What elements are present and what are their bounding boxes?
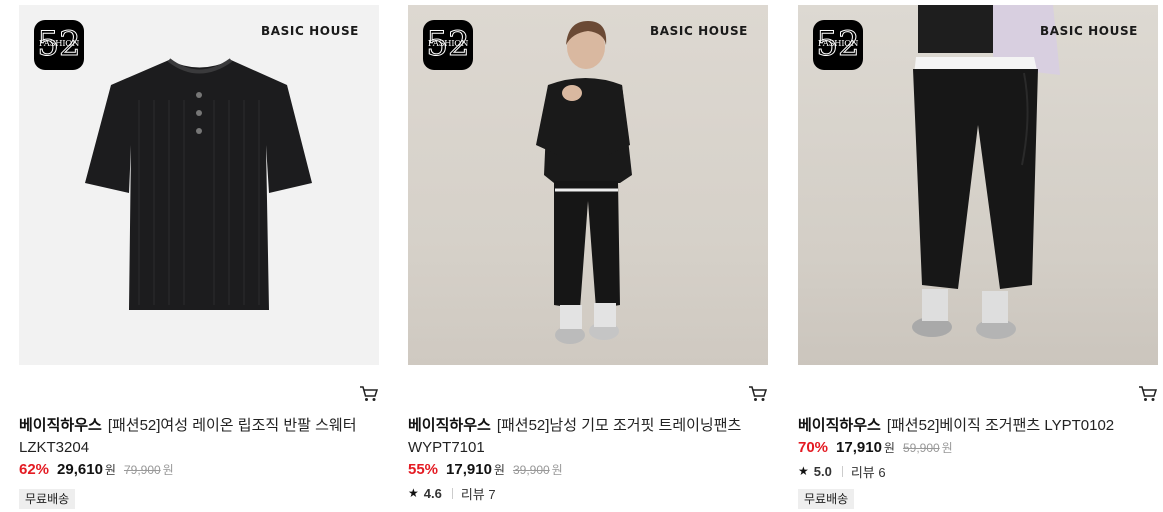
original-price: 79,900 (123, 463, 161, 477)
product-card[interactable]: 52 FASHION BASIC HOUSE 베이직하우스 [패션52]여성 레이… (19, 5, 379, 509)
product-image[interactable]: 52 FASHION BASIC HOUSE (798, 5, 1158, 365)
star-icon: ★ (408, 486, 419, 500)
product-image[interactable]: 52 FASHION BASIC HOUSE (19, 5, 379, 365)
review-count[interactable]: 리뷰 6 (851, 462, 886, 481)
rating-score: 4.6 (423, 485, 442, 501)
cart-icon[interactable] (1138, 385, 1158, 403)
rating-score: 5.0 (813, 463, 832, 479)
cart-icon[interactable] (748, 385, 768, 403)
divider (841, 465, 843, 477)
price-row: 70% 17,910 원 59,900 원 (798, 439, 1158, 459)
discount-rate: 70% (798, 439, 829, 456)
product-grid: 52 FASHION BASIC HOUSE 베이직하우스 [패션52]여성 레이… (0, 0, 1163, 512)
product-card[interactable]: 52 FASHION BASIC HOUSE 베이직하우스 [패션52]남성 기모… (408, 5, 768, 502)
cart-icon[interactable] (359, 385, 379, 403)
discount-rate: 62% (19, 461, 50, 478)
product-info: 베이직하우스 [패션52]베이직 조거팬츠 LYPT0102 70% 17,910… (798, 415, 1158, 509)
product-info: 베이직하우스 [패션52]여성 레이온 립조직 반팔 스웨터 LZKT3204 6… (19, 415, 379, 509)
rating-row: ★ 4.6 리뷰 7 (408, 483, 768, 503)
sale-price: 17,910 (836, 439, 882, 456)
brand-mark: BASIC HOUSE (650, 24, 748, 38)
review-count[interactable]: 리뷰 7 (461, 484, 496, 503)
star-icon: ★ (798, 464, 809, 478)
original-price: 39,900 (512, 463, 550, 477)
product-title[interactable]: 베이직하우스 [패션52]여성 레이온 립조직 반팔 스웨터 LZKT3204 (19, 415, 379, 459)
product-image[interactable]: 52 FASHION BASIC HOUSE (408, 5, 768, 365)
sale-price: 17,910 (446, 461, 492, 478)
free-shipping-badge: 무료배송 (19, 489, 76, 509)
product-info: 베이직하우스 [패션52]남성 기모 조거핏 트레이닝팬츠 WYPT7101 55… (408, 415, 768, 503)
rating-row: ★ 5.0 리뷰 6 (798, 461, 1158, 481)
sale-price: 29,610 (57, 461, 103, 478)
product-brand: 베이직하우스 (798, 417, 881, 434)
currency: 원 (883, 441, 895, 455)
price-row: 62% 29,610 원 79,900 원 (19, 461, 379, 481)
product-brand: 베이직하우스 (408, 417, 491, 434)
fashion52-logo: 52 FASHION (423, 20, 473, 70)
discount-rate: 55% (408, 461, 439, 478)
product-name: [패션52]베이직 조거팬츠 LYPT0102 (886, 417, 1115, 434)
product-title[interactable]: 베이직하우스 [패션52]남성 기모 조거핏 트레이닝팬츠 WYPT7101 (408, 415, 768, 459)
currency: 원 (493, 463, 505, 477)
original-price: 59,900 (902, 441, 940, 455)
product-brand: 베이직하우스 (19, 417, 102, 434)
product-card[interactable]: 52 FASHION BASIC HOUSE 베이직하우스 [패션52]베이직 조… (798, 5, 1158, 509)
product-title[interactable]: 베이직하우스 [패션52]베이직 조거팬츠 LYPT0102 (798, 415, 1158, 437)
free-shipping-badge: 무료배송 (798, 489, 855, 509)
price-row: 55% 17,910 원 39,900 원 (408, 461, 768, 481)
divider (451, 487, 453, 499)
original-currency: 원 (162, 463, 174, 477)
original-currency: 원 (551, 463, 563, 477)
fashion52-logo: 52 FASHION (813, 20, 863, 70)
fashion52-logo: 52 FASHION (34, 20, 84, 70)
original-currency: 원 (941, 441, 953, 455)
brand-mark: BASIC HOUSE (261, 24, 359, 38)
brand-mark: BASIC HOUSE (1040, 24, 1138, 38)
currency: 원 (104, 463, 116, 477)
